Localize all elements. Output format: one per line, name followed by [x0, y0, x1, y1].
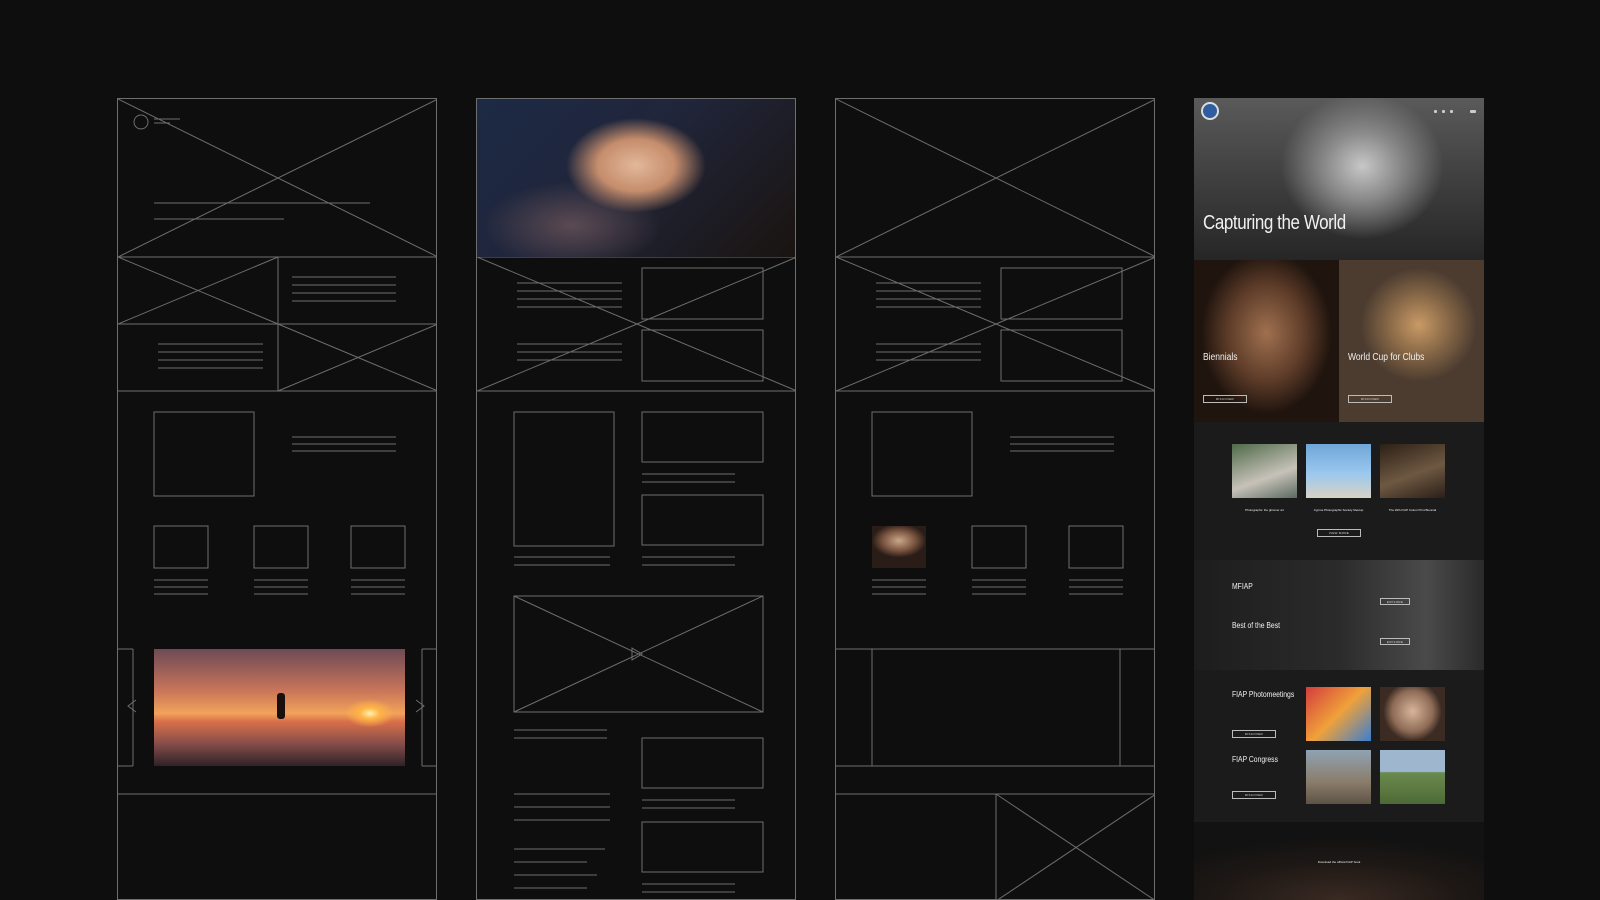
news-thumbnail-2 [1306, 444, 1371, 498]
nav-dot[interactable] [1434, 110, 1437, 113]
news-caption[interactable]: Cyprus Photographic Society Meetup [1306, 508, 1371, 512]
news-thumbnail-1 [1232, 444, 1297, 498]
news-caption[interactable]: The 29th FIAP Colour Print Biennial [1380, 508, 1445, 512]
congress-title: FIAP Congress [1232, 755, 1278, 764]
biennials-title: Biennials [1203, 352, 1238, 363]
website-mockup: Capturing the World Biennials DISCOVER W… [1194, 98, 1484, 900]
congress-image-2 [1380, 750, 1445, 804]
best-of-best-title: Best of the Best [1232, 621, 1281, 630]
portrait-thumbnail [872, 526, 926, 568]
nav-dot[interactable] [1450, 110, 1453, 113]
baby-photo [477, 99, 795, 257]
photomeetings-discover-button[interactable]: DISCOVER [1232, 730, 1276, 738]
wireframe-1-drawing [118, 99, 436, 795]
fiap-logo[interactable] [1201, 102, 1219, 120]
photomeetings-title: FIAP Photomeetings [1232, 690, 1295, 699]
biennials-discover-button[interactable]: DISCOVER [1203, 395, 1247, 403]
wireframe-3-drawing [836, 99, 1154, 899]
news-caption[interactable]: Photographs: the glimmer art [1232, 508, 1297, 512]
congress-image-1 [1306, 750, 1371, 804]
runner-silhouette [276, 693, 285, 720]
wireframe-column-3 [835, 98, 1155, 900]
hero-title: Capturing the World [1203, 212, 1346, 234]
world-cup-discover-button[interactable]: DISCOVER [1348, 395, 1392, 403]
sunset-runner-photo [154, 649, 405, 766]
wireframe-column-1 [117, 98, 437, 900]
menu-icon[interactable] [1470, 110, 1476, 113]
hero-image [1194, 98, 1484, 260]
download-book-link[interactable]: Download the official FIAP book [1289, 860, 1389, 864]
news-thumbnail-3 [1380, 444, 1445, 498]
photomeetings-image-2 [1380, 687, 1445, 741]
mfiap-image [1194, 560, 1484, 670]
best-explore-button[interactable]: EXPLORE [1380, 638, 1410, 645]
photomeetings-image-1 [1306, 687, 1371, 741]
wireframe-column-2 [476, 98, 796, 900]
mfiap-explore-button[interactable]: EXPLORE [1380, 598, 1410, 605]
world-cup-title: World Cup for Clubs [1348, 352, 1425, 363]
mfiap-title: MFIAP [1232, 582, 1253, 591]
nav-dot[interactable] [1442, 110, 1445, 113]
congress-discover-button[interactable]: DISCOVER [1232, 791, 1276, 799]
view-more-button[interactable]: VIEW MORE [1317, 529, 1361, 537]
